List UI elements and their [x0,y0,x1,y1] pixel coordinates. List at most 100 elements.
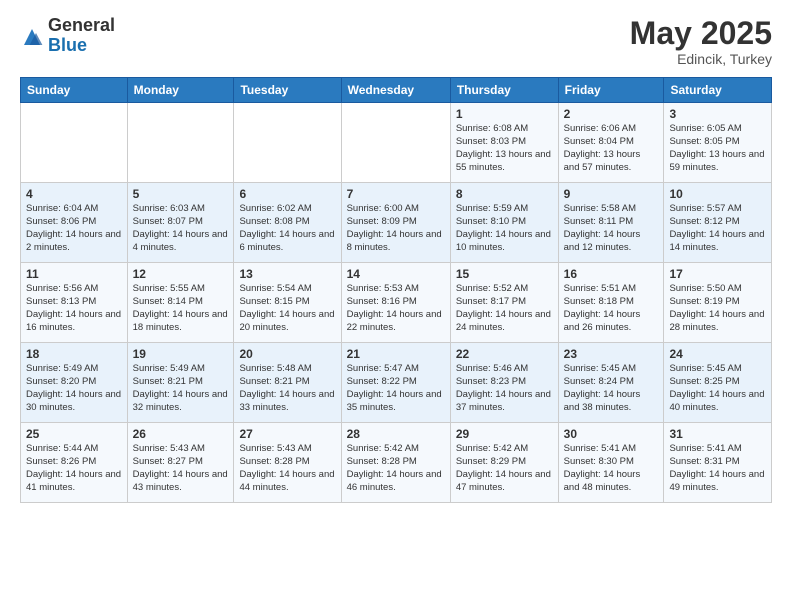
header-row: Sunday Monday Tuesday Wednesday Thursday… [21,78,772,103]
day-number-12: 12 [133,267,229,281]
logo-text: General Blue [48,16,115,56]
day-number-17: 17 [669,267,766,281]
cell-3-6: 24 Sunrise: 5:45 AM Sunset: 8:25 PM Dayli… [664,343,772,423]
day-info-2: Sunrise: 6:06 AM Sunset: 8:04 PM Dayligh… [564,123,659,174]
cell-4-5: 30 Sunrise: 5:41 AM Sunset: 8:30 PM Dayli… [558,423,664,503]
cell-0-6: 3 Sunrise: 6:05 AM Sunset: 8:05 PM Daylig… [664,103,772,183]
day-number-14: 14 [347,267,445,281]
cell-1-1: 5Sunrise: 6:03 AM Sunset: 8:07 PM Daylig… [127,183,234,263]
cell-1-6: 10 Sunrise: 5:57 AM Sunset: 8:12 PM Dayli… [664,183,772,263]
header-tuesday: Tuesday [234,78,341,103]
day-number-26: 26 [133,427,229,441]
cell-0-0 [21,103,128,183]
day-number-23: 23 [564,347,659,361]
cell-1-5: 9 Sunrise: 5:58 AM Sunset: 8:11 PM Daylig… [558,183,664,263]
day-number-10: 10 [669,187,766,201]
week-row-2: 4Sunrise: 6:04 AM Sunset: 8:06 PM Daylig… [21,183,772,263]
day-number-21: 21 [347,347,445,361]
day-number-5: 5 [133,187,229,201]
header-saturday: Saturday [664,78,772,103]
day-info-29: Sunrise: 5:42 AM Sunset: 8:29 PM Dayligh… [456,443,553,494]
page: General Blue May 2025 Edincik, Turkey Su… [0,0,792,612]
day-number-28: 28 [347,427,445,441]
day-info-6: Sunrise: 6:02 AM Sunset: 8:08 PM Dayligh… [239,203,335,254]
day-info-3: Sunrise: 6:05 AM Sunset: 8:05 PM Dayligh… [669,123,766,174]
header-thursday: Thursday [450,78,558,103]
day-info-1: Sunrise: 6:08 AM Sunset: 8:03 PM Dayligh… [456,123,553,174]
cell-3-3: 21 Sunrise: 5:47 AM Sunset: 8:22 PM Dayli… [341,343,450,423]
cell-2-0: 11 Sunrise: 5:56 AM Sunset: 8:13 PM Dayli… [21,263,128,343]
day-number-27: 27 [239,427,335,441]
day-info-25: Sunrise: 5:44 AM Sunset: 8:26 PM Dayligh… [26,443,122,494]
cell-3-5: 23Sunrise: 5:45 AM Sunset: 8:24 PM Dayli… [558,343,664,423]
day-number-9: 9 [564,187,659,201]
day-info-14: Sunrise: 5:53 AM Sunset: 8:16 PM Dayligh… [347,283,445,334]
day-info-27: Sunrise: 5:43 AM Sunset: 8:28 PM Dayligh… [239,443,335,494]
day-info-24: Sunrise: 5:45 AM Sunset: 8:25 PM Dayligh… [669,363,766,414]
title-block: May 2025 Edincik, Turkey [630,16,772,67]
day-number-3: 3 [669,107,766,121]
logo-blue: Blue [48,36,115,56]
week-row-4: 18Sunrise: 5:49 AM Sunset: 8:20 PM Dayli… [21,343,772,423]
day-number-19: 19 [133,347,229,361]
calendar-table: Sunday Monday Tuesday Wednesday Thursday… [20,77,772,503]
location-subtitle: Edincik, Turkey [630,51,772,67]
day-number-25: 25 [26,427,122,441]
month-title: May 2025 [630,16,772,51]
cell-0-4: 1 Sunrise: 6:08 AM Sunset: 8:03 PM Daylig… [450,103,558,183]
day-info-16: Sunrise: 5:51 AM Sunset: 8:18 PM Dayligh… [564,283,659,334]
calendar-body: 1 Sunrise: 6:08 AM Sunset: 8:03 PM Daylig… [21,103,772,503]
day-info-8: Sunrise: 5:59 AM Sunset: 8:10 PM Dayligh… [456,203,553,254]
cell-4-3: 28 Sunrise: 5:42 AM Sunset: 8:28 PM Dayli… [341,423,450,503]
cell-2-1: 12 Sunrise: 5:55 AM Sunset: 8:14 PM Dayli… [127,263,234,343]
cell-4-6: 31 Sunrise: 5:41 AM Sunset: 8:31 PM Dayli… [664,423,772,503]
day-info-19: Sunrise: 5:49 AM Sunset: 8:21 PM Dayligh… [133,363,229,414]
logo: General Blue [20,16,115,56]
day-number-30: 30 [564,427,659,441]
header-friday: Friday [558,78,664,103]
cell-3-4: 22 Sunrise: 5:46 AM Sunset: 8:23 PM Dayli… [450,343,558,423]
day-number-16: 16 [564,267,659,281]
day-info-12: Sunrise: 5:55 AM Sunset: 8:14 PM Dayligh… [133,283,229,334]
logo-general: General [48,16,115,36]
day-info-30: Sunrise: 5:41 AM Sunset: 8:30 PM Dayligh… [564,443,659,494]
day-number-1: 1 [456,107,553,121]
cell-2-2: 13Sunrise: 5:54 AM Sunset: 8:15 PM Dayli… [234,263,341,343]
day-number-31: 31 [669,427,766,441]
cell-3-1: 19 Sunrise: 5:49 AM Sunset: 8:21 PM Dayli… [127,343,234,423]
day-number-20: 20 [239,347,335,361]
day-number-22: 22 [456,347,553,361]
day-info-10: Sunrise: 5:57 AM Sunset: 8:12 PM Dayligh… [669,203,766,254]
day-info-21: Sunrise: 5:47 AM Sunset: 8:22 PM Dayligh… [347,363,445,414]
day-info-7: Sunrise: 6:00 AM Sunset: 8:09 PM Dayligh… [347,203,445,254]
week-row-3: 11 Sunrise: 5:56 AM Sunset: 8:13 PM Dayli… [21,263,772,343]
cell-4-1: 26 Sunrise: 5:43 AM Sunset: 8:27 PM Dayli… [127,423,234,503]
day-number-15: 15 [456,267,553,281]
day-number-7: 7 [347,187,445,201]
cell-3-0: 18Sunrise: 5:49 AM Sunset: 8:20 PM Dayli… [21,343,128,423]
header-monday: Monday [127,78,234,103]
week-row-1: 1 Sunrise: 6:08 AM Sunset: 8:03 PM Daylig… [21,103,772,183]
day-info-31: Sunrise: 5:41 AM Sunset: 8:31 PM Dayligh… [669,443,766,494]
day-info-22: Sunrise: 5:46 AM Sunset: 8:23 PM Dayligh… [456,363,553,414]
day-info-18: Sunrise: 5:49 AM Sunset: 8:20 PM Dayligh… [26,363,122,414]
cell-0-1 [127,103,234,183]
cell-2-6: 17 Sunrise: 5:50 AM Sunset: 8:19 PM Dayli… [664,263,772,343]
day-info-26: Sunrise: 5:43 AM Sunset: 8:27 PM Dayligh… [133,443,229,494]
cell-0-3 [341,103,450,183]
day-info-13: Sunrise: 5:54 AM Sunset: 8:15 PM Dayligh… [239,283,335,334]
day-number-2: 2 [564,107,659,121]
day-info-11: Sunrise: 5:56 AM Sunset: 8:13 PM Dayligh… [26,283,122,334]
cell-4-4: 29 Sunrise: 5:42 AM Sunset: 8:29 PM Dayli… [450,423,558,503]
day-info-9: Sunrise: 5:58 AM Sunset: 8:11 PM Dayligh… [564,203,659,254]
day-number-11: 11 [26,267,122,281]
day-number-6: 6 [239,187,335,201]
day-info-28: Sunrise: 5:42 AM Sunset: 8:28 PM Dayligh… [347,443,445,494]
day-number-24: 24 [669,347,766,361]
day-info-20: Sunrise: 5:48 AM Sunset: 8:21 PM Dayligh… [239,363,335,414]
day-info-17: Sunrise: 5:50 AM Sunset: 8:19 PM Dayligh… [669,283,766,334]
cell-1-3: 7 Sunrise: 6:00 AM Sunset: 8:09 PM Daylig… [341,183,450,263]
header: General Blue May 2025 Edincik, Turkey [20,16,772,67]
cell-1-0: 4Sunrise: 6:04 AM Sunset: 8:06 PM Daylig… [21,183,128,263]
day-number-29: 29 [456,427,553,441]
